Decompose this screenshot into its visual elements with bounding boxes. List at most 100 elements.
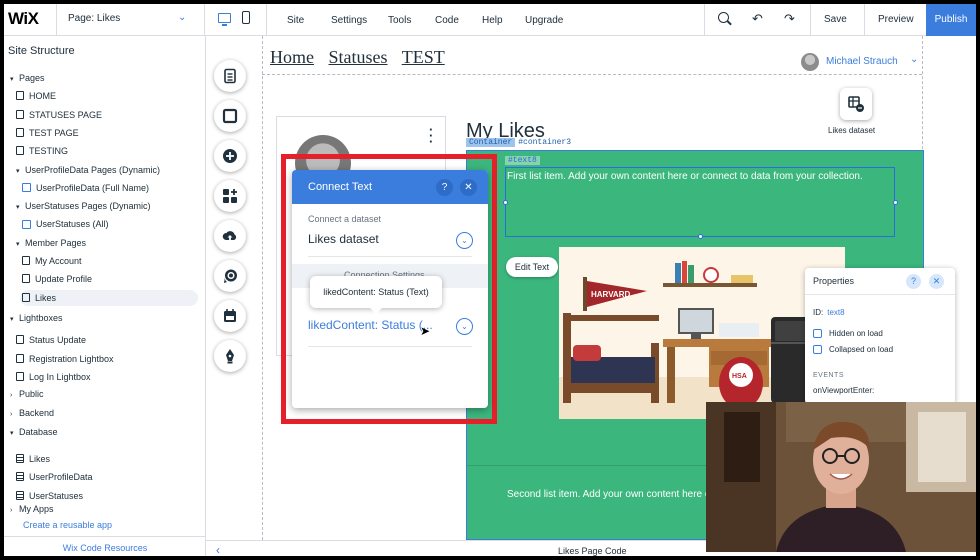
- tree-item-public[interactable]: › Public: [10, 386, 44, 402]
- user-name[interactable]: Michael Strauch: [826, 56, 898, 67]
- help-icon[interactable]: ?: [906, 274, 921, 289]
- tree-item-userprofiledata[interactable]: UserProfileData: [16, 469, 93, 485]
- collection-icon: [16, 490, 24, 500]
- resize-handle[interactable]: [503, 200, 508, 205]
- id-label: ID:: [813, 308, 824, 317]
- create-app-link[interactable]: Create a reusable app: [23, 520, 112, 530]
- chevron-down-icon[interactable]: ⌄: [178, 12, 186, 23]
- tree-item-userstatuses-pages-dynamic[interactable]: ▾ UserStatuses Pages (Dynamic): [16, 198, 151, 214]
- dataset-field-label: Connect a dataset: [308, 214, 382, 224]
- tree-item-statuses-page[interactable]: STATUSES PAGE: [16, 107, 102, 123]
- save-button[interactable]: Save: [824, 14, 847, 25]
- add-apps-icon[interactable]: [214, 180, 246, 212]
- nav-link-home[interactable]: Home: [270, 47, 314, 67]
- list-item-text[interactable]: Second list item. Add your own content h…: [507, 489, 710, 500]
- tree-item-likes[interactable]: Likes: [16, 451, 50, 467]
- tree-item-home[interactable]: HOME: [16, 88, 56, 104]
- panel-title: Site Structure: [8, 45, 75, 57]
- close-icon[interactable]: ✕: [929, 274, 944, 289]
- wix-code-resources-link[interactable]: Wix Code Resources: [4, 536, 206, 556]
- mobile-view-icon[interactable]: [242, 11, 250, 24]
- collection-icon: [16, 454, 24, 464]
- hidden-checkbox[interactable]: [813, 329, 822, 338]
- nav-link-test[interactable]: TEST: [402, 47, 445, 67]
- dataset-icon[interactable]: [840, 88, 872, 120]
- avatar[interactable]: [801, 53, 819, 71]
- event-row[interactable]: onViewportEnter:: [813, 386, 874, 395]
- tree-item-member-pages[interactable]: ▾ Member Pages: [16, 235, 86, 251]
- tree-item-userprofiledata-pages-dynamic[interactable]: ▾ UserProfileData Pages (Dynamic): [16, 162, 160, 178]
- chevron-down-icon[interactable]: ▾: [10, 312, 19, 328]
- chevron-down-icon[interactable]: ▾: [10, 72, 19, 88]
- webcam-overlay: [706, 402, 976, 552]
- menu-code[interactable]: Code: [435, 15, 459, 26]
- undo-icon[interactable]: ↶: [752, 11, 763, 27]
- pages-menu-icon[interactable]: [214, 60, 246, 92]
- chat-icon[interactable]: [214, 260, 246, 292]
- close-icon[interactable]: ✕: [460, 179, 477, 196]
- dynamic-page-icon: [22, 219, 31, 229]
- add-icon[interactable]: [214, 140, 246, 172]
- tree-item-my-apps[interactable]: › My Apps: [10, 501, 54, 517]
- edit-text-button[interactable]: Edit Text: [506, 257, 558, 277]
- chevron-down-icon[interactable]: ▾: [16, 237, 25, 253]
- tree-item-log-in-lightbox[interactable]: Log In Lightbox: [16, 369, 91, 385]
- chevron-right-icon[interactable]: ›: [10, 388, 19, 404]
- redo-icon[interactable]: ↷: [784, 11, 795, 27]
- blog-pen-icon[interactable]: [214, 340, 246, 372]
- id-value[interactable]: text8: [827, 308, 844, 317]
- chevron-down-icon[interactable]: ⌄: [456, 232, 473, 249]
- tree-item-likes[interactable]: Likes: [20, 289, 198, 306]
- tree-item-lightboxes[interactable]: ▾ Lightboxes: [10, 310, 63, 326]
- resize-handle[interactable]: [893, 200, 898, 205]
- chevron-down-icon[interactable]: ▾: [16, 200, 25, 216]
- tree-item-label: Status Update: [29, 335, 87, 346]
- desktop-view-icon[interactable]: [218, 13, 231, 26]
- tree-item-database[interactable]: ▾ Database: [10, 424, 58, 440]
- bookings-calendar-icon[interactable]: [214, 300, 246, 332]
- background-icon[interactable]: [214, 100, 246, 132]
- chevron-down-icon[interactable]: ⌄: [910, 54, 918, 65]
- tree-item-pages[interactable]: ▾ Pages: [10, 70, 45, 86]
- tree-item-status-update[interactable]: Status Update: [16, 332, 86, 348]
- page-selector[interactable]: Page: Likes: [68, 13, 120, 24]
- chevron-right-icon[interactable]: ›: [10, 407, 19, 423]
- collapsed-checkbox[interactable]: [813, 345, 822, 354]
- tree-item-my-account[interactable]: My Account: [22, 253, 82, 269]
- divider: [805, 294, 955, 295]
- chevron-down-icon[interactable]: ▾: [10, 426, 19, 442]
- chevron-left-icon[interactable]: ‹: [216, 543, 220, 556]
- menu-upgrade[interactable]: Upgrade: [525, 15, 563, 26]
- resize-handle[interactable]: [698, 234, 703, 239]
- tree-item-testing[interactable]: TESTING: [16, 143, 68, 159]
- help-icon[interactable]: ?: [436, 179, 453, 196]
- media-upload-icon[interactable]: [214, 220, 246, 252]
- page-icon: [22, 292, 30, 302]
- tree-item-test-page[interactable]: TEST PAGE: [16, 125, 79, 141]
- tree-item-registration-lightbox[interactable]: Registration Lightbox: [16, 351, 114, 367]
- dorm-room-image[interactable]: HARVARD HSA: [559, 247, 845, 419]
- publish-button[interactable]: Publish: [926, 4, 976, 36]
- zoom-out-icon[interactable]: [718, 12, 729, 23]
- menu-settings[interactable]: Settings: [331, 15, 367, 26]
- panel-header: Connect Text: [292, 170, 488, 204]
- list-item-text[interactable]: First list item. Add your own content he…: [507, 171, 863, 182]
- chevron-down-icon[interactable]: ▾: [16, 164, 25, 180]
- field-connection-select[interactable]: likedContent: Status (...: [308, 318, 433, 332]
- tree-item-backend[interactable]: › Backend: [10, 405, 54, 421]
- tree-item-userstatuses-all[interactable]: UserStatuses (All): [22, 216, 109, 232]
- tree-item-label: UserProfileData: [29, 472, 93, 483]
- chevron-right-icon[interactable]: ›: [10, 503, 19, 519]
- menu-tools[interactable]: Tools: [388, 15, 411, 26]
- dataset-select[interactable]: Likes dataset: [308, 232, 379, 246]
- chevron-down-icon[interactable]: ⌄: [456, 318, 473, 335]
- menu-help[interactable]: Help: [482, 15, 503, 26]
- more-options-icon[interactable]: · · ·: [429, 123, 433, 148]
- tree-item-userprofiledata-full-name[interactable]: UserProfileData (Full Name): [22, 180, 149, 196]
- preview-button[interactable]: Preview: [878, 14, 914, 25]
- nav-link-statuses[interactable]: Statuses: [329, 47, 388, 67]
- container-kind: Container: [466, 138, 516, 147]
- menu-site[interactable]: Site: [287, 15, 304, 26]
- divider: [308, 346, 472, 347]
- tree-item-update-profile[interactable]: Update Profile: [22, 271, 92, 287]
